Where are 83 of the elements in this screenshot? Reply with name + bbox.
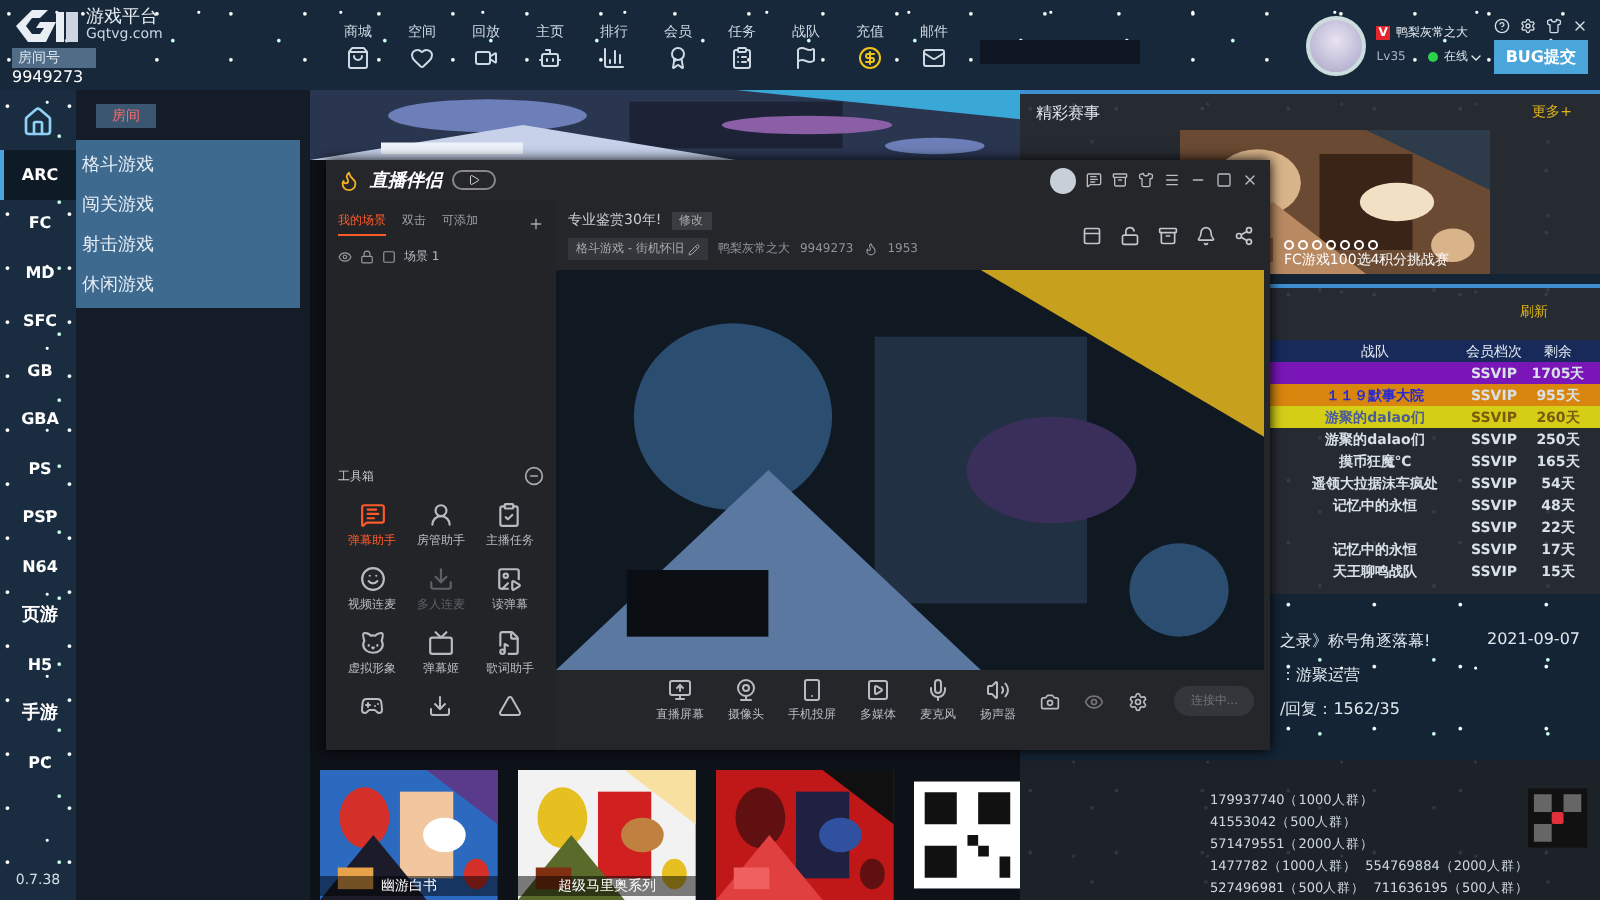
platform-tab[interactable]: MD [0, 248, 76, 297]
panel-icon[interactable] [1082, 225, 1102, 245]
settings-icon[interactable] [1520, 17, 1536, 33]
flag-icon [794, 45, 818, 69]
category-item[interactable]: 闯关游戏 [76, 184, 300, 224]
download-icon[interactable] [428, 694, 453, 718]
speaker-icon [986, 678, 1010, 702]
camera-icon[interactable] [1040, 691, 1060, 711]
pencil-icon [687, 243, 700, 255]
user-icon [427, 502, 454, 528]
home-icon[interactable] [22, 106, 54, 138]
category-item[interactable]: 射击游戏 [76, 224, 300, 264]
add-icon[interactable] [528, 216, 544, 232]
shirt-icon[interactable] [1138, 172, 1154, 188]
help-icon[interactable] [1494, 17, 1510, 33]
platform-tab[interactable]: FC [0, 199, 76, 248]
monitor-icon [668, 678, 692, 702]
cat-icon [359, 630, 386, 656]
smile-icon [359, 566, 386, 592]
platform-tab[interactable]: 手游 [0, 689, 76, 738]
eye-icon[interactable] [338, 250, 352, 264]
room-number: 9949273 [12, 67, 86, 85]
box-icon[interactable] [1158, 225, 1178, 245]
gamepad-icon[interactable] [360, 694, 385, 718]
play-icon [866, 678, 890, 702]
notice-title[interactable]: 之录》称号角逐落幕! [1280, 630, 1431, 652]
menu-icon[interactable] [1164, 172, 1180, 188]
platform-tab[interactable]: H5 [0, 640, 76, 689]
status-dot [1427, 52, 1438, 62]
video-icon [474, 45, 498, 69]
platform-tab[interactable]: ARC [0, 150, 76, 199]
search-field[interactable] [980, 39, 1140, 63]
flame-icon [338, 169, 360, 191]
category-item[interactable]: 休闲游戏 [76, 264, 300, 304]
music-file-icon [496, 630, 523, 656]
notice-stats: /回复：1562/35 [1280, 698, 1402, 720]
platform-tab[interactable]: PSP [0, 493, 76, 542]
clipboard-icon [730, 45, 754, 69]
user-avatar[interactable] [1306, 15, 1367, 75]
platform-tab[interactable]: 页游 [0, 591, 76, 640]
shirt-icon[interactable] [1546, 17, 1562, 33]
play-icon [468, 174, 480, 186]
heart-icon [410, 45, 434, 69]
user-avatar[interactable] [1050, 167, 1076, 193]
bar-chart-icon [602, 45, 626, 69]
flame-icon [863, 242, 878, 256]
mail-icon [922, 45, 946, 69]
platform-tab[interactable]: GBA [0, 395, 76, 444]
lock-icon[interactable] [360, 250, 374, 264]
unlock-icon[interactable] [1120, 225, 1140, 245]
image-icon [496, 566, 523, 592]
award-icon [666, 45, 690, 69]
microphone-icon [926, 678, 950, 702]
notice-author: ：游聚运营 [1280, 664, 1362, 686]
app-title: 直播伴侣 [370, 168, 442, 193]
platform-tab[interactable]: PS [0, 444, 76, 493]
download-icon [427, 566, 454, 592]
collapse-icon[interactable] [524, 466, 544, 486]
webcam-icon [734, 678, 758, 702]
notice-date: 2021-09-07 [1487, 630, 1580, 652]
platform-tab[interactable]: GB [0, 346, 76, 395]
robot-icon [538, 45, 562, 69]
phone-icon [800, 678, 824, 702]
panel-title: 精彩赛事 [1036, 101, 1100, 123]
platform-tab[interactable]: N64 [0, 542, 76, 591]
platform-tab[interactable]: SFC [0, 297, 76, 346]
bag-icon [346, 45, 370, 69]
coin-icon [858, 45, 882, 69]
settings-icon[interactable] [1128, 691, 1148, 711]
eye-icon[interactable] [1084, 691, 1104, 711]
logo-icon [12, 5, 80, 45]
platform-tab[interactable]: PC [0, 738, 76, 787]
clipboard-icon [496, 502, 523, 528]
category-item[interactable]: 格斗游戏 [76, 144, 300, 184]
triangle-icon[interactable] [497, 694, 522, 718]
box-icon[interactable] [1112, 172, 1128, 188]
chat-icon [359, 502, 386, 528]
square-icon [382, 250, 396, 264]
chat-icon[interactable] [1086, 172, 1102, 188]
logo-text: 游戏平台 [86, 9, 158, 27]
close-icon[interactable] [1572, 17, 1588, 33]
tv-icon [427, 630, 454, 656]
play-button[interactable] [452, 170, 496, 190]
